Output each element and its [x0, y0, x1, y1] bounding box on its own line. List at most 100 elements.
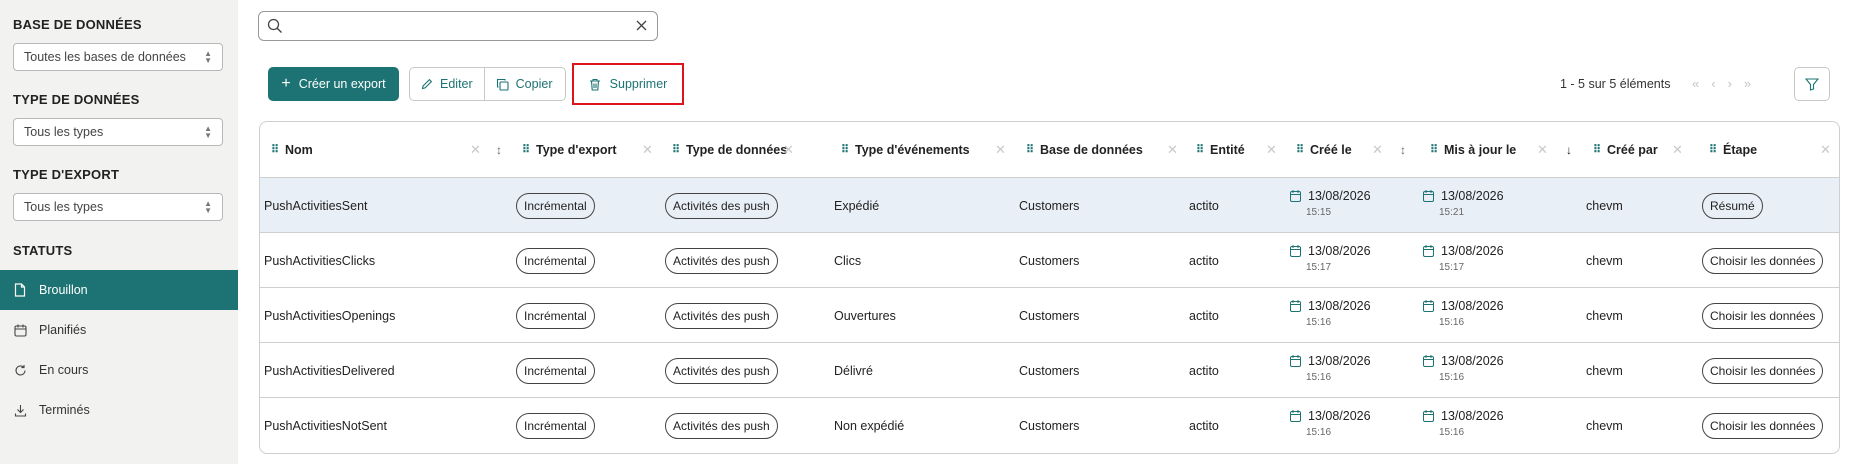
drag-handle-icon[interactable]: ⠿: [1593, 145, 1601, 156]
status-label: STATUTS: [13, 243, 73, 258]
cell-name: PushActivitiesClicks: [264, 253, 376, 268]
cell-created: 13/08/2026 15:15: [1290, 189, 1371, 218]
cell-created: 13/08/2026 15:17: [1290, 244, 1371, 273]
column-header-step[interactable]: ⠿ Étape: [1709, 122, 1757, 178]
clear-filter-icon[interactable]: ✕: [1537, 122, 1548, 178]
column-header-event-type[interactable]: ⠿ Type d'événements: [841, 122, 970, 178]
drag-handle-icon[interactable]: ⠿: [271, 145, 279, 156]
clear-filter-icon[interactable]: ✕: [470, 122, 481, 178]
cell-created: 13/08/2026 15:16: [1290, 299, 1371, 328]
clear-filter-icon[interactable]: ✕: [1820, 122, 1831, 178]
delete-button[interactable]: Supprimer: [572, 63, 684, 105]
updated-date: 13/08/2026: [1441, 409, 1504, 423]
column-header-created[interactable]: ⠿ Créé le: [1296, 122, 1352, 178]
cell-updated: 13/08/2026 15:17: [1423, 244, 1504, 273]
cell-name: PushActivitiesOpenings: [264, 308, 396, 323]
updated-time: 15:17: [1439, 262, 1465, 273]
clear-filter-icon[interactable]: ✕: [642, 122, 653, 178]
sidebar-item-planifies[interactable]: Planifiés: [0, 310, 238, 350]
filter-icon: [1805, 78, 1819, 91]
copy-label: Copier: [515, 77, 553, 91]
calendar-icon: [1290, 355, 1301, 367]
column-header-entity[interactable]: ⠿ Entité: [1196, 122, 1245, 178]
drag-handle-icon[interactable]: ⠿: [1196, 145, 1204, 156]
clear-filter-icon[interactable]: ✕: [1372, 122, 1383, 178]
select-arrows-icon: ▲ ▼: [204, 49, 212, 65]
clear-filter-icon[interactable]: ✕: [783, 122, 794, 178]
updated-time: 15:16: [1439, 317, 1465, 328]
step-badge[interactable]: Choisir les données: [1702, 412, 1824, 439]
filter-button[interactable]: [1794, 67, 1830, 101]
sort-descending-icon[interactable]: ↓: [1566, 122, 1572, 178]
cell-database: Customers: [1019, 253, 1080, 268]
drag-handle-icon[interactable]: ⠿: [672, 145, 680, 156]
clear-filter-icon[interactable]: ✕: [1672, 122, 1683, 178]
delete-label: Supprimer: [609, 77, 668, 91]
cell-name: PushActivitiesDelivered: [264, 363, 395, 378]
created-time: 15:16: [1306, 372, 1332, 383]
calendar-icon: [1423, 300, 1434, 312]
step-badge[interactable]: Choisir les données: [1702, 357, 1824, 384]
data-type-badge: Activités des push: [665, 247, 778, 274]
created-date: 13/08/2026: [1308, 244, 1371, 258]
column-header-label: Mis à jour le: [1444, 143, 1517, 157]
column-header-name[interactable]: ⠿ Nom: [271, 122, 313, 178]
sidebar-item-termines[interactable]: Terminés: [0, 390, 238, 430]
search-input[interactable]: [258, 11, 658, 41]
drag-handle-icon[interactable]: ⠿: [522, 145, 530, 156]
updated-date: 13/08/2026: [1441, 354, 1504, 368]
clear-search-icon[interactable]: [634, 18, 649, 36]
create-export-button[interactable]: + Créer un export: [268, 67, 399, 101]
cell-entity: actito: [1189, 418, 1219, 433]
sort-icon[interactable]: ↕: [1400, 122, 1406, 178]
first-page-icon[interactable]: «: [1692, 76, 1699, 91]
clear-filter-icon[interactable]: ✕: [1167, 122, 1178, 178]
column-header-label: Créé par: [1607, 143, 1658, 157]
drag-handle-icon[interactable]: ⠿: [1430, 145, 1438, 156]
clear-filter-icon[interactable]: ✕: [995, 122, 1006, 178]
column-header-created-by[interactable]: ⠿ Créé par: [1593, 122, 1658, 178]
calendar-icon: [1290, 410, 1301, 422]
datatype-select[interactable]: Tous les types ▲ ▼: [13, 118, 223, 146]
table-row[interactable]: PushActivitiesNotSent Incrémental Activi…: [260, 398, 1839, 453]
table-row[interactable]: PushActivitiesClicks Incrémental Activit…: [260, 233, 1839, 288]
last-page-icon[interactable]: »: [1744, 76, 1751, 91]
drag-handle-icon[interactable]: ⠿: [1709, 145, 1717, 156]
drag-handle-icon[interactable]: ⠿: [1296, 145, 1304, 156]
database-select[interactable]: Toutes les bases de données ▲ ▼: [13, 43, 223, 71]
sidebar-item-brouillon[interactable]: Brouillon: [0, 270, 238, 310]
step-badge[interactable]: Choisir les données: [1702, 247, 1824, 274]
column-header-label: Entité: [1210, 143, 1245, 157]
sidebar-item-en-cours[interactable]: En cours: [0, 350, 238, 390]
copy-button[interactable]: Copier: [483, 68, 564, 100]
cell-created: 13/08/2026 15:16: [1290, 409, 1371, 438]
select-arrows-icon: ▲ ▼: [204, 124, 212, 140]
file-icon: [13, 283, 27, 297]
updated-time: 15:16: [1439, 372, 1465, 383]
data-type-badge: Activités des push: [665, 357, 778, 384]
drag-handle-icon[interactable]: ⠿: [841, 145, 849, 156]
column-header-export-type[interactable]: ⠿ Type d'export: [522, 122, 617, 178]
table-row[interactable]: PushActivitiesDelivered Incrémental Acti…: [260, 343, 1839, 398]
cell-entity: actito: [1189, 198, 1219, 213]
prev-page-icon[interactable]: ‹: [1711, 76, 1715, 91]
table-row[interactable]: PushActivitiesOpenings Incrémental Activ…: [260, 288, 1839, 343]
cell-entity: actito: [1189, 253, 1219, 268]
step-badge[interactable]: Résumé: [1702, 192, 1763, 219]
drag-handle-icon[interactable]: ⠿: [1026, 145, 1034, 156]
next-page-icon[interactable]: ›: [1728, 76, 1732, 91]
sort-icon[interactable]: ↕: [496, 122, 502, 178]
updated-time: 15:16: [1439, 427, 1465, 438]
step-badge[interactable]: Choisir les données: [1702, 302, 1824, 329]
column-header-updated[interactable]: ⠿ Mis à jour le: [1430, 122, 1516, 178]
edit-button[interactable]: Editer: [410, 68, 484, 100]
column-header-label: Type d'événements: [855, 143, 970, 157]
table-row[interactable]: PushActivitiesSent Incrémental Activités…: [260, 178, 1839, 233]
cell-created-by: chevm: [1586, 418, 1623, 433]
exporttype-select[interactable]: Tous les types ▲ ▼: [13, 193, 223, 221]
datatype-filter-label: TYPE DE DONNÉES: [13, 92, 140, 107]
column-header-label: Type de données: [686, 143, 788, 157]
clear-filter-icon[interactable]: ✕: [1266, 122, 1277, 178]
column-header-data-type[interactable]: ⠿ Type de données: [672, 122, 787, 178]
column-header-database[interactable]: ⠿ Base de données: [1026, 122, 1143, 178]
